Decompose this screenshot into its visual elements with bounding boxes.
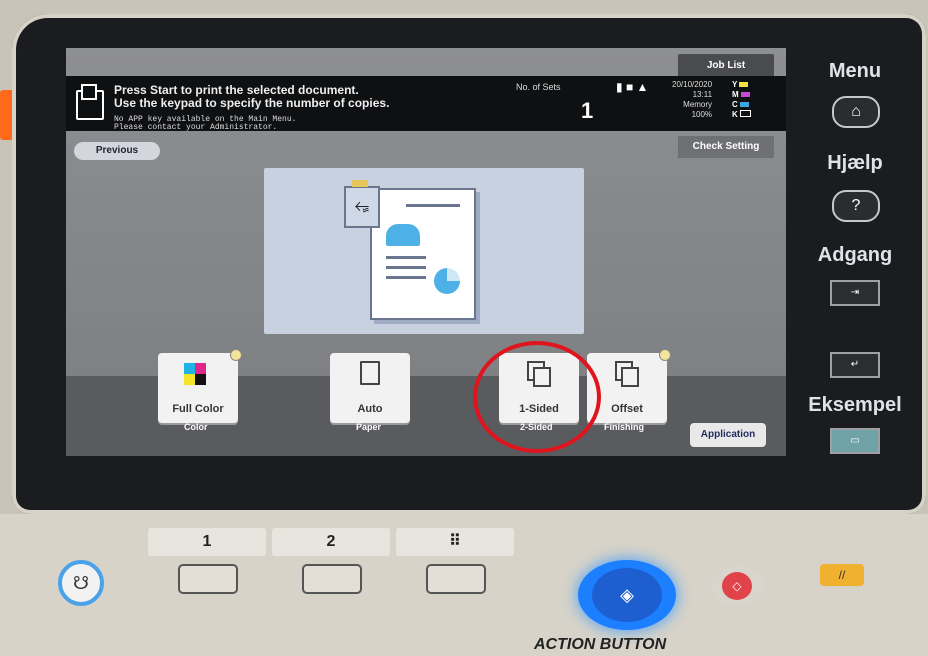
color-tile[interactable]: Full Color — [158, 349, 242, 423]
sets-label: No. of Sets — [516, 82, 561, 92]
power-button[interactable]: ☋ — [58, 560, 104, 606]
reset-icon: // — [838, 568, 846, 582]
toner-y: Y — [732, 80, 751, 90]
register-key-2[interactable] — [302, 564, 362, 594]
job-list-button[interactable]: Job List — [678, 54, 774, 78]
side-panel: Menu ⌂ Hjælp ? Adgang ⇥ ↵ Eksempel ▭ — [800, 40, 910, 500]
status-bar: Press Start to print the selected docume… — [66, 76, 786, 132]
status-icons: ▮ ■ ▲ — [616, 80, 649, 94]
date-text: 20/10/2020 — [672, 80, 713, 89]
toner-levels: Y M C K — [732, 80, 751, 120]
power-save-button[interactable]: ↵ — [830, 352, 880, 378]
usb-icon: ⭂ — [344, 180, 380, 228]
help-button[interactable]: ? — [832, 190, 880, 222]
indicator-dot — [230, 349, 242, 361]
sample-button[interactable]: ▭ — [830, 428, 880, 454]
touch-screen: Job List Press Start to print the select… — [66, 48, 786, 456]
page-icon — [360, 361, 380, 385]
paper-tile[interactable]: Auto — [330, 353, 410, 423]
toner-c: C — [732, 100, 751, 110]
home-icon: ⌂ — [851, 103, 861, 120]
access-button[interactable]: ⇥ — [830, 280, 880, 306]
stop-button[interactable]: ◇ — [722, 572, 752, 600]
previous-button[interactable]: Previous — [74, 142, 160, 160]
power-save-icon: ↵ — [850, 359, 860, 370]
indicator-dot — [659, 349, 671, 361]
sample-icon: ▭ — [850, 435, 860, 446]
reset-button[interactable]: // — [820, 564, 864, 586]
color-tile-label: Full Color — [172, 403, 224, 415]
toner-k: K — [732, 110, 751, 120]
highlight-circle — [473, 341, 601, 453]
cloud-graphic — [386, 224, 420, 246]
toner-m: M — [732, 90, 751, 100]
stop-button-housing: ◇ — [712, 566, 764, 606]
keypad-key[interactable]: ⠿ — [396, 528, 514, 556]
register-key-3[interactable] — [426, 564, 486, 594]
check-setting-button[interactable]: Check Setting — [678, 136, 774, 158]
register-key-1[interactable] — [178, 564, 238, 594]
memory-value: 100% — [691, 110, 713, 119]
action-button-label: ACTION BUTTON — [534, 636, 667, 653]
memory-label: Memory — [683, 100, 713, 109]
power-icon: ☋ — [73, 573, 89, 593]
sets-value: 1 — [581, 98, 594, 123]
key-1[interactable]: 1 — [148, 528, 266, 556]
paper-caption: Paper — [356, 422, 382, 432]
document-icon — [370, 188, 476, 320]
start-button[interactable]: ◈ — [578, 560, 676, 630]
status-line-2: Use the keypad to specify the number of … — [114, 96, 390, 110]
device-meta: 20/10/2020 13:11 Memory 100% — [672, 80, 712, 120]
paper-tile-label: Auto — [357, 403, 383, 415]
pie-graphic — [434, 268, 460, 294]
start-icon: ◈ — [592, 568, 662, 622]
printer-icon — [76, 84, 104, 120]
cmyk-icon — [184, 363, 206, 385]
key-2[interactable]: 2 — [272, 528, 390, 556]
menu-label: Menu — [828, 60, 882, 82]
sample-label: Eksempel — [808, 394, 902, 416]
notice-text: No APP key available on the Main Menu. P… — [114, 116, 296, 132]
application-button[interactable]: Application — [690, 423, 766, 447]
notice-line-2: Please contact your Administrator. — [114, 123, 278, 132]
keypad-icon: ⠿ — [449, 533, 461, 550]
stop-icon: ◇ — [732, 579, 742, 593]
color-caption: Color — [184, 422, 208, 432]
access-icon: ⇥ — [850, 287, 860, 298]
status-message: Press Start to print the selected docume… — [114, 84, 389, 110]
time-text: 13:11 — [692, 90, 713, 99]
home-button[interactable]: ⌂ — [832, 96, 880, 128]
document-preview: ⭂ — [264, 168, 584, 334]
finishing-caption: Finishing — [604, 422, 644, 432]
help-label: Hjælp — [827, 152, 883, 174]
access-label: Adgang — [817, 244, 893, 266]
